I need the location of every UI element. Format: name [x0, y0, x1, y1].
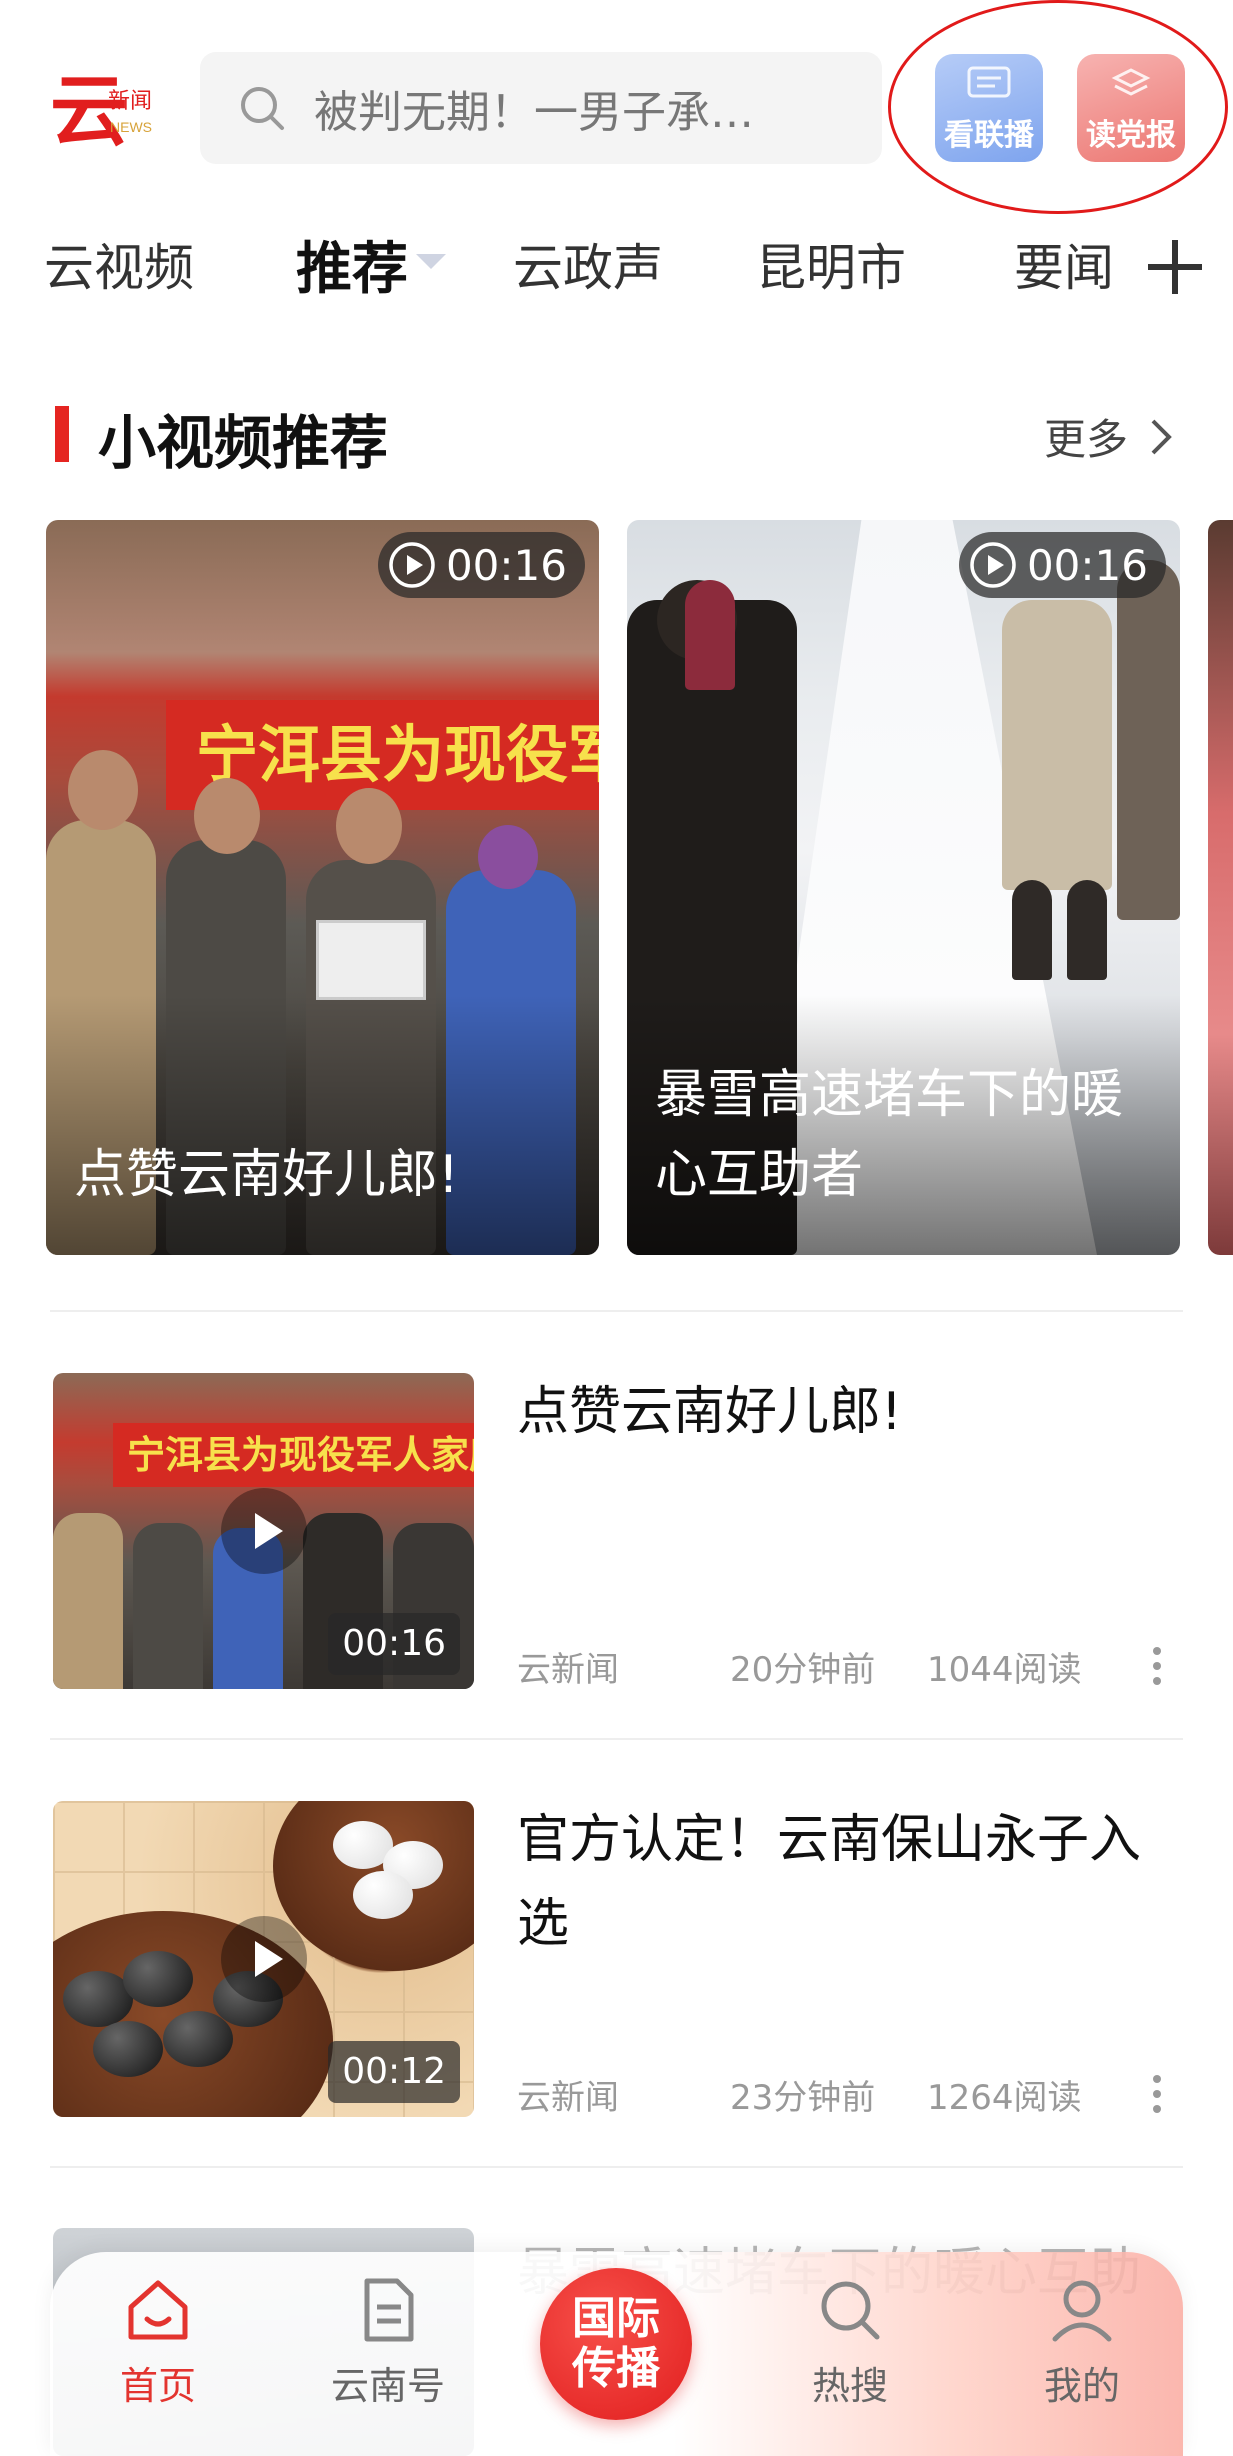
more-options-icon[interactable] [1153, 1647, 1163, 1692]
add-channel-icon[interactable] [1148, 240, 1202, 294]
duration-text: 00:16 [1026, 540, 1148, 590]
center-label-line2: 传播 [572, 2343, 660, 2394]
duration-badge: 00:12 [328, 2041, 460, 2103]
more-link[interactable]: 更多 [1044, 406, 1172, 467]
photo-figure-leg [1067, 880, 1107, 980]
photo-figure-head [336, 788, 402, 864]
document-icon [364, 2278, 414, 2342]
svg-text:新闻: 新闻 [108, 88, 152, 113]
duration-badge: 00:16 [958, 532, 1166, 598]
svg-text:NEWS: NEWS [110, 119, 152, 135]
photo-figure-head [478, 825, 538, 889]
article-source: 云新闻 [517, 2078, 619, 2118]
nav-profile-label: 我的 [1043, 2364, 1120, 2408]
nav-yunnan-hao[interactable]: 云南号 [318, 2275, 458, 2410]
photo-figure-head [194, 778, 260, 854]
tab-recommend[interactable]: 推荐 [296, 224, 408, 305]
center-label-line1: 国际 [572, 2293, 660, 2344]
more-label: 更多 [1044, 415, 1129, 464]
article-title[interactable]: 官方认定！云南保山永子入选 [517, 1798, 1177, 1966]
video-card[interactable]: 宁洱县为现役军 00:16 点赞云南好儿郎! [46, 520, 599, 1255]
more-options-icon[interactable] [1153, 2075, 1163, 2120]
black-stone [123, 1951, 193, 2007]
article-time: 20分钟前 [730, 1650, 876, 1690]
article-source: 云新闻 [517, 1650, 619, 1690]
play-icon [389, 542, 435, 588]
duration-badge: 00:16 [377, 532, 585, 598]
search-placeholder: 被判无期！一男子承… [314, 87, 754, 138]
thumb-photo-banner: 宁洱县为现役军人家庭 [113, 1423, 474, 1487]
divider [50, 1738, 1183, 1740]
profile-icon [1052, 2280, 1112, 2342]
nav-home-label: 首页 [119, 2364, 196, 2408]
article-time: 23分钟前 [730, 2078, 876, 2118]
tab-yun-zhengsheng[interactable]: 云政声 [513, 228, 663, 300]
play-icon [970, 542, 1016, 588]
duration-text: 00:16 [445, 540, 567, 590]
yun-news-logo[interactable]: 云 新闻 NEWS [50, 60, 160, 160]
tab-kunming[interactable]: 昆明市 [756, 228, 906, 300]
photo-figure-head [68, 750, 138, 830]
search-icon [821, 2281, 880, 2340]
photo-figure [53, 1513, 123, 1689]
search-icon [241, 87, 284, 130]
photo-certificate [316, 920, 426, 1000]
tab-dropdown-icon[interactable] [416, 254, 446, 269]
tab-headlines[interactable]: 要闻 [1014, 228, 1110, 300]
article-thumbnail[interactable]: 宁洱县为现役军人家庭 00:16 [53, 1373, 474, 1689]
video-title: 暴雪高速堵车下的暖心互助者 [655, 1065, 1124, 1205]
video-title: 点赞云南好儿郎! [74, 1145, 459, 1205]
nav-hot-search-label: 热搜 [811, 2364, 888, 2408]
app-screen: 云 新闻 NEWS 被判无期！一男子承… 看联播 读党报 云视频 推荐 云政声 … [0, 0, 1233, 2456]
play-icon [220, 1916, 307, 2002]
nav-home[interactable]: 首页 [88, 2275, 228, 2410]
photo-figure [1117, 560, 1180, 920]
article-title[interactable]: 点赞云南好儿郎! [517, 1370, 1177, 1454]
article-thumbnail[interactable]: 00:12 [53, 1801, 474, 2117]
divider [50, 2166, 1183, 2168]
nav-profile[interactable]: 我的 [1012, 2275, 1152, 2410]
black-stone [93, 2021, 163, 2077]
video-card[interactable]: 00:16 暴雪高速堵车下的暖心互助者 [627, 520, 1180, 1255]
article-reads: 1264阅读 [927, 2078, 1082, 2118]
card-shade [46, 995, 599, 1255]
nav-hot-search[interactable]: 热搜 [780, 2275, 920, 2410]
photo-figure [685, 580, 735, 690]
duration-badge: 00:16 [328, 1613, 460, 1675]
red-circle-annotation [888, 0, 1228, 214]
divider [50, 1310, 1183, 1312]
article-reads: 1044阅读 [927, 1650, 1082, 1690]
black-stone [163, 2011, 233, 2067]
section-accent-bar [55, 406, 69, 462]
search-bar[interactable]: 被判无期！一男子承… [200, 52, 882, 164]
white-stone [353, 1871, 413, 1919]
international-broadcast-button[interactable]: 国际 传播 [540, 2268, 692, 2420]
section-title: 小视频推荐 [98, 409, 389, 477]
tab-yun-video[interactable]: 云视频 [44, 228, 194, 300]
video-card-partial[interactable] [1208, 520, 1233, 1255]
photo-figure-leg [1012, 880, 1052, 980]
photo-figure [133, 1523, 203, 1689]
nav-yunnan-hao-label: 云南号 [330, 2364, 445, 2408]
home-icon [128, 2280, 188, 2340]
play-icon [220, 1488, 307, 1574]
photo-figure [1002, 600, 1112, 890]
chevron-right-icon [1151, 419, 1172, 454]
